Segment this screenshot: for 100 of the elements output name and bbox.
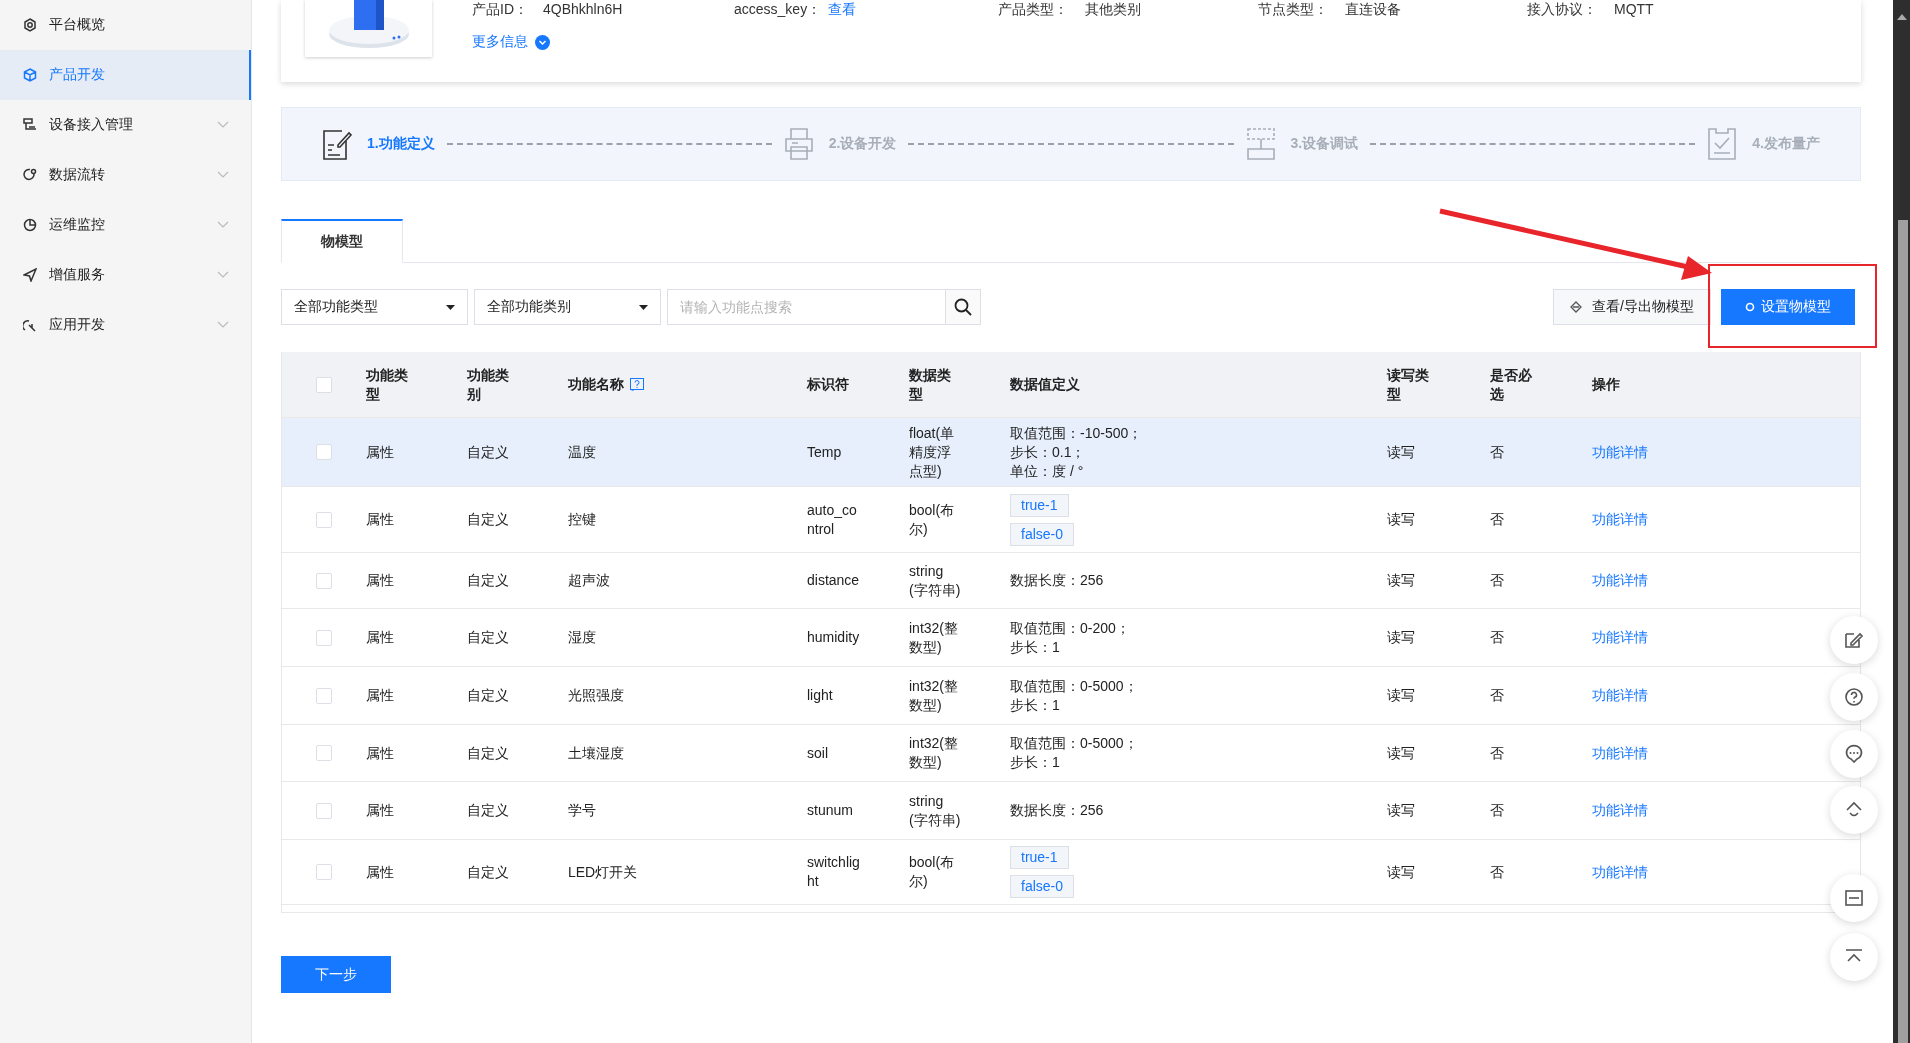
caret-down-icon	[639, 304, 648, 310]
scroll-up-icon[interactable]	[1897, 14, 1907, 20]
sidebar-item[interactable]: 应用开发	[0, 300, 251, 350]
table-cell: 湿度	[568, 628, 596, 647]
table-cell: 否	[1490, 862, 1504, 882]
detail-link[interactable]: 功能详情	[1592, 743, 1648, 763]
table-cell: 读写	[1387, 743, 1415, 763]
table-cell: 属性	[366, 801, 394, 820]
function-category-select[interactable]: 全部功能类别	[474, 289, 661, 325]
chevron-down-icon	[217, 271, 229, 279]
export-button[interactable]: 查看/导出物模型	[1553, 289, 1711, 325]
checkbox[interactable]	[316, 376, 332, 393]
checkbox[interactable]	[316, 745, 332, 761]
table-cell-text: int32(整数型)	[909, 676, 960, 715]
table-cell-text: bool(布尔)	[909, 853, 956, 891]
table-cell: 属性	[366, 743, 394, 763]
ring-icon	[1745, 302, 1755, 312]
search-button[interactable]	[945, 289, 981, 325]
table-cell-text: bool(布尔)	[909, 500, 956, 539]
sidebar-item[interactable]: 数据流转	[0, 150, 251, 200]
send-icon	[23, 268, 37, 282]
quick-menu[interactable]	[1830, 874, 1878, 922]
checkbox[interactable]	[316, 511, 332, 528]
sidebar-item[interactable]: 增值服务	[0, 250, 251, 300]
search-field[interactable]: 请输入功能点搜索	[667, 289, 945, 325]
definition-line: 取值范围：-10-500；	[1010, 423, 1143, 443]
definition-line: 步长：0.1；	[1010, 442, 1086, 462]
detail-link[interactable]: 功能详情	[1592, 628, 1648, 647]
table-cell-text: stunum	[807, 801, 854, 820]
sidebar-item[interactable]: 产品开发	[0, 50, 251, 100]
quick-menu[interactable]	[1830, 933, 1878, 981]
tab[interactable]: 物模型	[281, 219, 403, 263]
table-cell: 读写	[1387, 862, 1415, 882]
help-icon	[1843, 686, 1865, 708]
table-cell: 属性	[366, 442, 394, 462]
table-cell-text: soil	[807, 743, 829, 763]
checkbox[interactable]	[316, 629, 332, 646]
definition-line: 步长：1	[1010, 637, 1060, 657]
sidebar-item[interactable]: 平台概览	[0, 0, 251, 50]
step[interactable]: 1.功能定义	[322, 127, 435, 161]
definition-line: 取值范围：0-200；	[1010, 618, 1130, 638]
table-cell: 否	[1490, 743, 1504, 763]
checkbox[interactable]	[316, 687, 332, 704]
detail-link[interactable]: 功能详情	[1592, 510, 1648, 529]
detail-link[interactable]: 功能详情	[1592, 571, 1648, 590]
table-cell: 土壤湿度	[568, 743, 624, 763]
table-cell: 属性	[366, 686, 394, 705]
table-cell-text: float(单精度浮点型)	[909, 423, 956, 481]
table-row[interactable]: 属性 自定义 温度 Temp float(单精度浮点型) 取值范围：-10-500； 步长：0.1； 单位：度 / ° 读写 否 功能详情	[282, 418, 1860, 487]
field-value: 4QBhkhln6H	[543, 1, 623, 17]
table-cell-text: int32(整数型)	[909, 734, 960, 772]
next-button[interactable]: 下一步	[281, 956, 391, 993]
view-link[interactable]: 查看	[828, 1, 856, 17]
caret-down-icon	[446, 304, 455, 310]
chevron-down-circle-icon	[535, 34, 550, 50]
clipboard-check-icon	[1707, 127, 1738, 161]
checkbox[interactable]	[316, 444, 332, 460]
table-cell: 自定义	[467, 571, 509, 590]
table-cell-text: light	[807, 686, 834, 705]
table-cell: 超声波	[568, 571, 610, 590]
quick-menu[interactable]	[1830, 786, 1878, 834]
table-cell: LED灯开关	[568, 862, 638, 882]
function-type-select[interactable]: 全部功能类型	[281, 289, 468, 325]
table-cell: 读写	[1387, 571, 1415, 590]
table-cell: switchlight	[807, 853, 861, 891]
chevron-down-icon	[217, 221, 229, 229]
definition-line: 步长：1	[1010, 753, 1060, 772]
checkbox[interactable]	[316, 572, 332, 589]
chat-icon	[1843, 743, 1865, 765]
scrollbar-thumb[interactable]	[1898, 220, 1908, 1043]
table-cell: 否	[1490, 686, 1504, 705]
table-cell: 读写	[1387, 510, 1415, 529]
definition-line: 取值范围：0-5000；	[1010, 734, 1138, 753]
table-cell: 否	[1490, 801, 1504, 820]
sidebar-item[interactable]: 运维监控	[0, 200, 251, 250]
quick-menu[interactable]	[1830, 673, 1878, 721]
setup-button[interactable]: 设置物模型	[1721, 289, 1855, 325]
quick-menu[interactable]	[1830, 730, 1878, 778]
table-row[interactable]: 属性 自定义 控键 auto_control bool(布尔) true-1 false-0 读写 否 功能详情	[282, 487, 1860, 553]
detail-link[interactable]: 功能详情	[1592, 801, 1648, 820]
table-cell: 自定义	[467, 628, 509, 647]
quick-menu[interactable]	[1830, 616, 1878, 664]
field-label: access_key：	[734, 1, 822, 17]
checkbox[interactable]	[316, 864, 332, 880]
network-node-icon	[1245, 127, 1276, 161]
field-label: 产品类型：	[998, 1, 1068, 17]
table-cell: 自定义	[467, 686, 509, 705]
detail-link[interactable]: 功能详情	[1592, 442, 1648, 462]
value-tag: true-1	[1010, 493, 1069, 517]
chevron-down-icon	[217, 321, 229, 329]
detail-link[interactable]: 功能详情	[1592, 686, 1648, 705]
table-cell: 自定义	[467, 510, 509, 529]
more-info-link[interactable]: 更多信息	[472, 33, 550, 51]
field-value: 直连设备	[1345, 1, 1401, 17]
sidebar-item[interactable]: 设备接入管理	[0, 100, 251, 150]
checkbox[interactable]	[316, 802, 332, 819]
table-row[interactable]: 属性 自定义 超声波 distance string(字符串) 数据长度：256 读写 否 功能详情	[282, 553, 1860, 609]
value-tag: false-0	[1010, 522, 1075, 546]
field-label: 节点类型：	[1258, 1, 1328, 17]
detail-link[interactable]: 功能详情	[1592, 862, 1648, 882]
